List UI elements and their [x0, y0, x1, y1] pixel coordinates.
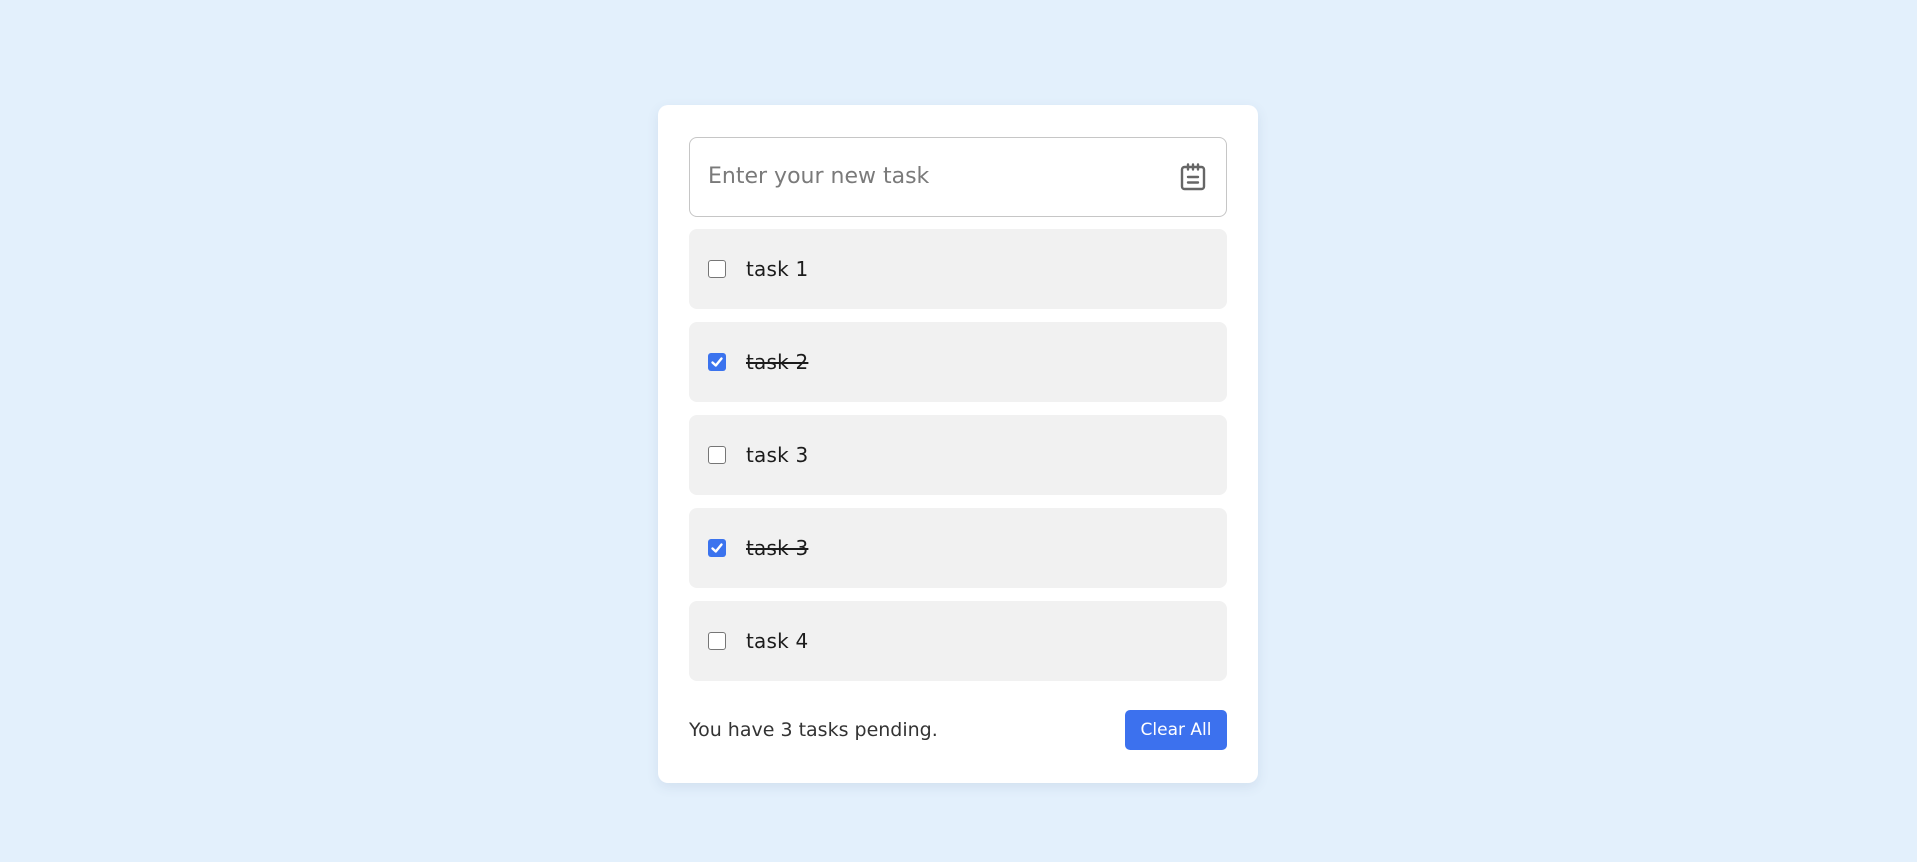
pending-count-text: You have 3 tasks pending. [689, 719, 938, 741]
task-checkbox[interactable] [708, 539, 726, 557]
task-label: task 3 [746, 443, 809, 467]
todo-card: task 1 task 2 task 3 task 3 task 4 [658, 105, 1258, 783]
task-checkbox[interactable] [708, 632, 726, 650]
task-label: task 4 [746, 629, 809, 653]
new-task-input[interactable] [708, 138, 1148, 214]
notepad-icon[interactable] [1180, 163, 1206, 191]
task-label: task 2 [746, 350, 809, 374]
clear-all-button[interactable]: Clear All [1125, 710, 1227, 750]
task-item[interactable]: task 1 [689, 229, 1227, 309]
task-list: task 1 task 2 task 3 task 3 task 4 [689, 229, 1227, 681]
task-input-wrapper [689, 137, 1227, 217]
todo-footer: You have 3 tasks pending. Clear All [689, 710, 1227, 750]
task-label: task 3 [746, 536, 809, 560]
task-label: task 1 [746, 257, 809, 281]
task-checkbox[interactable] [708, 353, 726, 371]
task-checkbox[interactable] [708, 446, 726, 464]
task-item[interactable]: task 2 [689, 322, 1227, 402]
task-item[interactable]: task 4 [689, 601, 1227, 681]
task-checkbox[interactable] [708, 260, 726, 278]
task-item[interactable]: task 3 [689, 508, 1227, 588]
task-item[interactable]: task 3 [689, 415, 1227, 495]
